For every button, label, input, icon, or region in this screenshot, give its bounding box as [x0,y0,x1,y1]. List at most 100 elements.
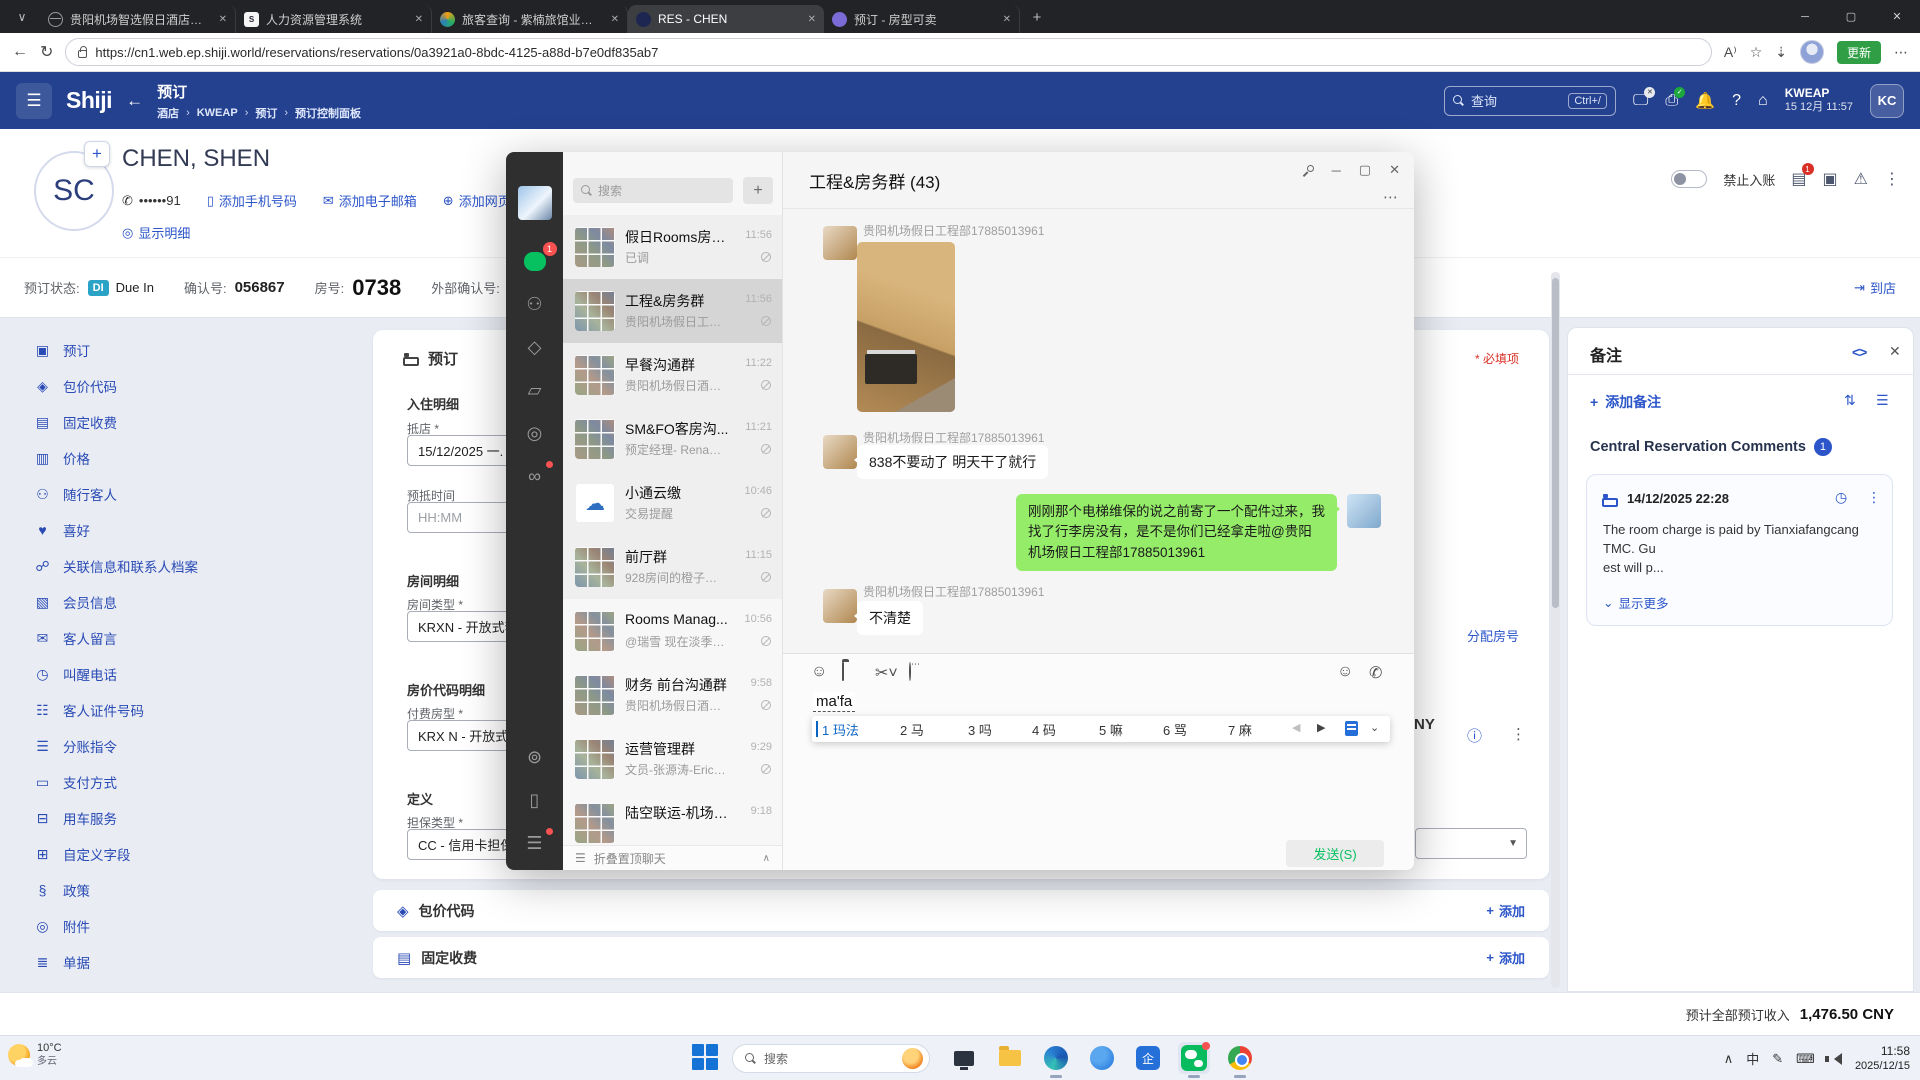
ime-next-icon[interactable]: ▶ [1317,721,1325,734]
check-in-link[interactable]: ⇥到店 [1854,278,1896,297]
browser-app-icon[interactable] [1086,1042,1118,1074]
chat-row[interactable]: ☁ 小通云缴 10:46 交易提醒 [563,471,782,535]
printer-icon[interactable]: ⎙✓ [1665,92,1678,110]
scrollbar-thumb[interactable] [1552,278,1559,608]
package-code-bar[interactable]: ◈ 包价代码 +添加 [373,890,1549,931]
screen-share-icon[interactable]: 🖵✕ [1633,92,1648,110]
browser-tab-4-active[interactable]: RES - CHEN ✕ [628,5,824,33]
wechat-search-input[interactable]: 搜索 [573,178,733,203]
chat-row-selected[interactable]: 工程&房务群 11:56 贵阳机场假日工程部... [563,279,782,343]
hidden-icons-chevron[interactable]: ∧ [1724,1051,1734,1067]
global-search-input[interactable]: 查询 Ctrl+/ [1444,86,1616,116]
user-avatar[interactable]: KC [1870,84,1904,118]
breadcrumb-item[interactable]: 酒店 [157,105,179,121]
back-icon[interactable]: ← [12,43,28,61]
notifications-bell-icon[interactable]: 🔔 [1695,91,1715,111]
sidebar-item-custom-fields[interactable]: ⊞自定义字段 [0,836,372,872]
sort-icon[interactable]: ⇅ [1844,392,1856,409]
mini-window-icon[interactable]: ⊚ [520,744,550,770]
sidebar-item-transport[interactable]: ⊟用车服务 [0,800,372,836]
hamburger-menu-icon[interactable]: ☰ [16,83,52,119]
add-phone-link[interactable]: ▯添加手机号码 [207,191,297,210]
self-avatar[interactable] [1347,494,1381,528]
chat-row[interactable]: 假日Rooms房态... 11:56 已调 [563,215,782,279]
wechat-user-avatar[interactable] [518,186,552,220]
sidebar-item-attachments[interactable]: ◎附件 [0,908,372,944]
note-kebab-icon[interactable]: ⋮ [1867,489,1881,506]
favorite-star-icon[interactable]: ☆ [1750,44,1763,61]
pinyin-composition[interactable]: ma'fa [813,692,855,712]
chrome-icon[interactable] [1224,1042,1256,1074]
add-package-button[interactable]: +添加 [1486,901,1525,920]
breadcrumb-item[interactable]: KWEAP [197,107,238,119]
tab-search-button[interactable]: ∨ [8,5,36,29]
message-photo[interactable] [857,242,955,412]
partial-select[interactable]: ▼ [1415,828,1527,859]
sidebar-item-payment-method[interactable]: ▭支付方式 [0,764,372,800]
document-icon[interactable]: ▤1 [1791,169,1806,189]
pen-icon[interactable]: ✎ [1772,1051,1783,1067]
browser-tab-3[interactable]: 旅客查询 - 紫楠旅馆业治安信息管 ✕ [432,5,628,33]
show-details-link[interactable]: ◎显示明细 [122,223,190,242]
header-back-icon[interactable]: ← [126,91,143,111]
browser-tab-2[interactable]: S 人力资源管理系统 ✕ [236,5,432,33]
new-chat-button[interactable]: + [743,177,773,204]
ime-language-indicator[interactable]: 中 [1746,1049,1759,1068]
sidebar-item-guest-id[interactable]: ☷客人证件号码 [0,692,372,728]
history-clock-icon[interactable]: ◷ [1835,489,1847,506]
work-app-icon[interactable]: 企 [1132,1042,1164,1074]
sidebar-item-linked-profiles[interactable]: ☍关联信息和联系人档案 [0,548,372,584]
property-info[interactable]: KWEAP 15 12月 11:57 [1785,86,1853,115]
ime-candidate-7[interactable]: 7 麻 [1228,720,1252,739]
ime-candidate-1[interactable]: 1 玛法 [822,720,859,739]
video-call-icon[interactable]: ✆ [1369,663,1382,683]
add-fixed-charge-button[interactable]: +添加 [1486,948,1525,967]
ime-tool-icon[interactable] [1345,721,1358,736]
assign-room-link[interactable]: 分配房号 [1467,626,1519,645]
show-more-link[interactable]: ⌄显示更多 [1603,593,1669,612]
kebab-icon[interactable]: ⋮ [1511,725,1526,743]
ime-expand-icon[interactable]: ⌄ [1370,721,1379,734]
sidebar-item-guest-messages[interactable]: ✉客人留言 [0,620,372,656]
wechat-taskbar-icon[interactable] [1178,1042,1210,1074]
task-view-icon[interactable] [948,1042,980,1074]
refresh-icon[interactable]: ↻ [40,42,53,62]
sidebar-item-price[interactable]: ▥价格 [0,440,372,476]
browser-tab-5[interactable]: 预订 - 房型可卖 ✕ [824,5,1020,33]
browser-tab-1[interactable]: 贵阳机场智选假日酒店系统网址导 ✕ [40,5,236,33]
chat-row[interactable]: 财务 前台沟通群 9:58 贵阳机场假日酒店值... [563,663,782,727]
new-tab-button[interactable]: + [1024,4,1050,30]
chat-row[interactable]: SM&FO客房沟... 11:21 预定经理- Rena：已... [563,407,782,471]
sidebar-item-routing[interactable]: ☰分账指令 [0,728,372,764]
add-email-link[interactable]: ✉添加电子邮箱 [323,191,417,210]
contacts-icon[interactable]: ⚇ [520,291,550,317]
chat-maximize-icon[interactable]: ▢ [1359,162,1371,178]
sidebar-item-preferences[interactable]: ♥喜好 [0,512,372,548]
add-profile-image-button[interactable]: + [84,141,110,167]
screenshot-scissors-icon[interactable]: ✂˅ [875,663,898,683]
files-icon[interactable]: ▱ [520,377,550,403]
sidebar-item-fixed-charges[interactable]: ▤固定收费 [0,404,372,440]
tab-close-icon[interactable]: ✕ [611,14,619,25]
sender-avatar[interactable] [823,226,857,260]
channels-icon[interactable]: ∞ [520,463,550,489]
info-icon[interactable]: ⓘ [1467,725,1482,746]
page-scrollbar[interactable] [1551,272,1560,988]
fixed-charges-bar[interactable]: ▤ 固定收费 +添加 [373,937,1549,978]
sidebar-item-package-code[interactable]: ◈包价代码 [0,368,372,404]
chat-row[interactable]: 前厅群 11:15 928房间的橙子，放... [563,535,782,599]
read-aloud-icon[interactable]: A⁾ [1724,44,1737,61]
clipboard-icon[interactable]: ▣ [1823,169,1838,189]
sidebar-item-accompanying-guests[interactable]: ⚇随行客人 [0,476,372,512]
breadcrumb-item[interactable]: 预订控制面板 [295,105,361,121]
minimize-button[interactable]: ─ [1782,0,1828,33]
chat-more-icon[interactable]: ⋯ [1383,188,1398,206]
voice-call-icon[interactable]: ☺ [1337,663,1353,681]
browser-update-button[interactable]: 更新 [1837,41,1881,64]
code-view-icon[interactable]: <> [1852,344,1866,360]
collapse-pinned-bar[interactable]: ☰ 折叠置顶聊天 ∧ [563,845,782,870]
edge-icon[interactable] [1040,1042,1072,1074]
chat-minimize-icon[interactable]: ─ [1332,163,1341,178]
browser-profile-avatar[interactable] [1800,40,1824,64]
taskbar-search-input[interactable]: 搜索 [732,1044,930,1073]
